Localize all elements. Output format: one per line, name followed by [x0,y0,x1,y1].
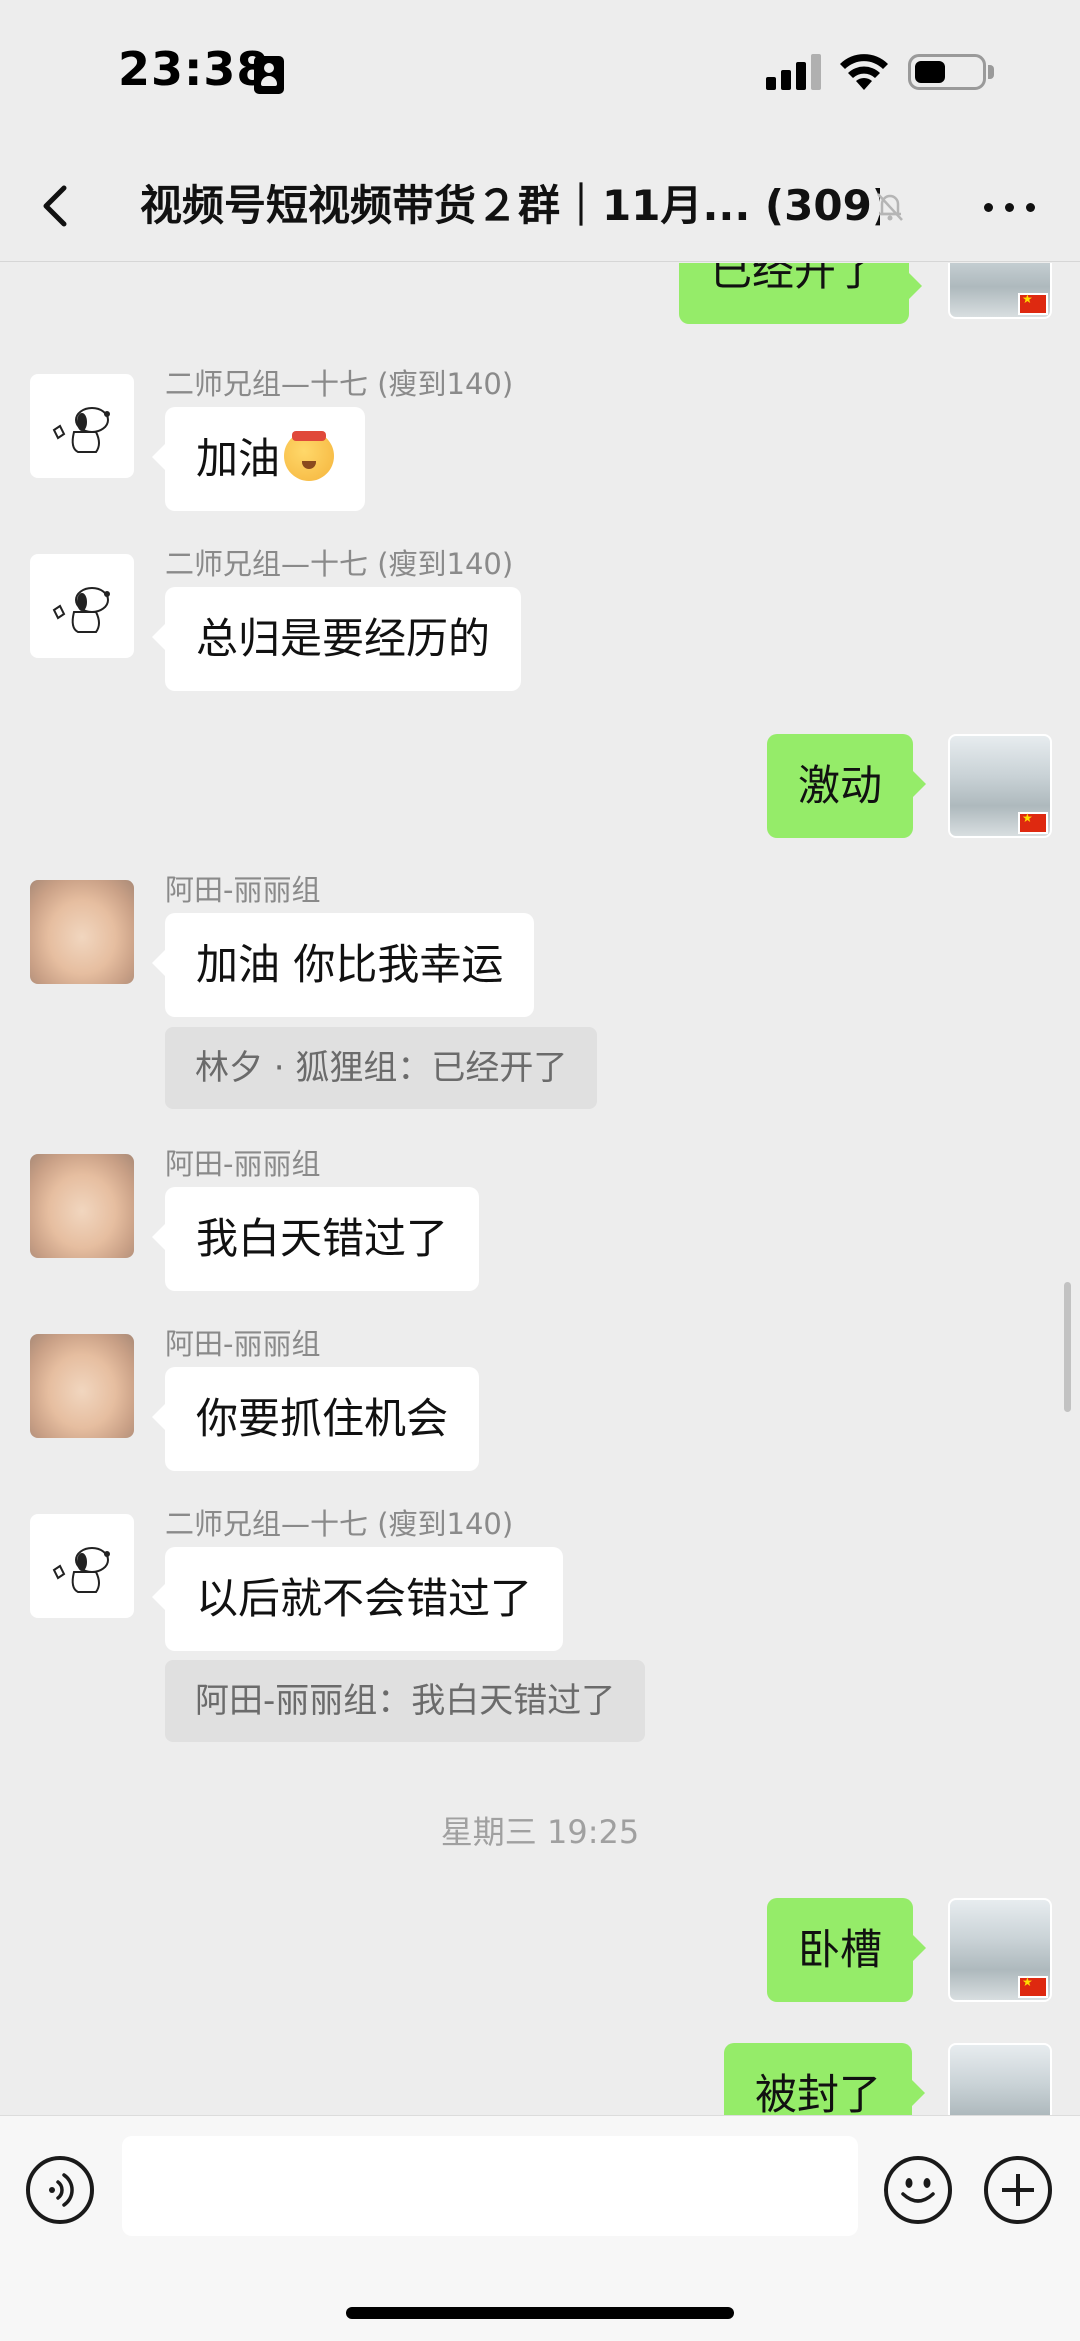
incoming-message-bubble[interactable]: 我白天错过了 [151,1187,480,1291]
incoming-message-bubble[interactable]: 以后就不会错过了 [151,1547,564,1651]
sender-avatar[interactable] [30,880,134,984]
chat-header: 视频号短视频带货２群｜11月... (309) [0,150,1080,262]
sender-avatar[interactable] [30,374,134,478]
outgoing-message-bubble[interactable]: 已经开了 [679,263,923,324]
self-avatar[interactable] [948,2043,1052,2115]
incoming-message-bubble[interactable]: 你要抓住机会 [151,1367,480,1471]
sender-name: 阿田-丽丽组 [165,1327,321,1361]
incoming-message-bubble[interactable]: 加油 你比我幸运 [151,913,535,1017]
ellipsis-icon [984,203,993,212]
battery-level [915,61,945,83]
incoming-message-bubble[interactable]: 总归是要经历的 [151,587,522,691]
contact-card-icon [254,56,284,94]
bell-slash-icon [877,193,903,221]
quoted-message[interactable]: 阿田-丽丽组：我白天错过了 [165,1660,646,1742]
chat-timestamp: 星期三 19:25 [440,1813,640,1851]
sender-name: 二师兄组—十七 (瘦到140) [165,1507,514,1541]
sender-name: 二师兄组—十七 (瘦到140) [165,547,514,581]
chevron-left-icon[interactable] [30,178,86,234]
outgoing-message-bubble[interactable]: 激动 [767,734,927,838]
plus-circle-icon[interactable] [984,2156,1052,2224]
sender-avatar[interactable] [30,1154,134,1258]
sender-avatar[interactable] [30,1514,134,1618]
sender-name: 二师兄组—十七 (瘦到140) [165,367,514,401]
emoji-button[interactable] [884,2156,952,2224]
snoopy-icon [52,407,110,453]
battery-cap [988,65,994,79]
battery-icon [908,54,986,90]
status-bar: 23:38 [0,0,1080,150]
sender-avatar[interactable] [30,1334,134,1438]
self-avatar[interactable] [948,1898,1052,2002]
outgoing-message-bubble[interactable]: 被封了 [724,2043,926,2115]
message-list[interactable]: 已经开了 二师兄组—十七 (瘦到140) 加油 [0,263,1080,2115]
quoted-message[interactable]: 林夕 · 狐狸组：已经开了 [165,1027,598,1109]
home-indicator[interactable] [346,2307,734,2319]
voice-input-button[interactable] [26,2156,94,2224]
message-input[interactable] [122,2136,858,2236]
scrollbar[interactable] [1064,1282,1071,1412]
wechat-chat-screen: 23:38 视频号短视频带货２群｜11月... (309) 已经开了 ★ 二师兄… [0,0,1080,2341]
status-time: 23:38 [118,42,270,96]
china-flag-icon [1018,811,1048,834]
china-flag-icon [1018,292,1048,315]
message-text: 加油 [196,434,281,483]
self-avatar[interactable] [948,263,1052,319]
voice-icon [49,2173,74,2207]
cellular-signal-icon [766,54,822,90]
snoopy-icon [52,1547,110,1593]
sender-name: 阿田-丽丽组 [165,1147,321,1181]
sender-name: 阿田-丽丽组 [165,873,321,907]
headband-hush-emoji [284,431,335,481]
smiley-icon [901,2178,935,2203]
self-avatar[interactable] [948,734,1052,838]
wifi-icon [840,54,888,90]
more-options-button[interactable] [978,178,1042,234]
chat-title[interactable]: 视频号短视频带货２群｜11月... (309) [140,176,880,236]
incoming-message-bubble[interactable]: 加油 [151,407,366,511]
outgoing-message-bubble[interactable]: 卧槽 [767,1898,927,2002]
china-flag-icon [1018,1975,1048,1998]
snoopy-icon [52,587,110,633]
sender-avatar[interactable] [30,554,134,658]
